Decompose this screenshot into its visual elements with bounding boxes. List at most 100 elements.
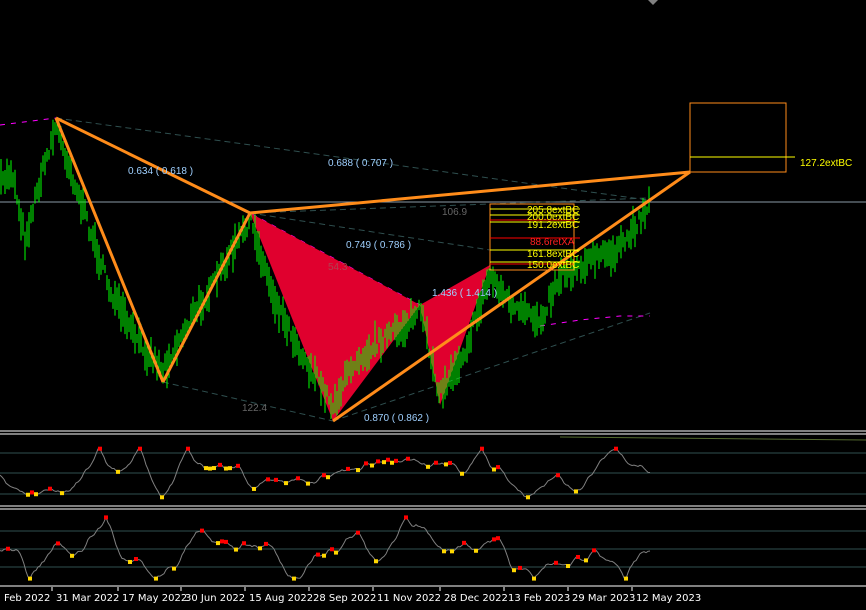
oscillator-high-marker xyxy=(30,490,34,495)
oscillator-low-marker xyxy=(234,547,238,552)
oscillator-low-marker xyxy=(70,553,74,558)
price-chart[interactable]: 0.634 ( 0.618 ) 0.688 ( 0.707 ) 0.749 ( … xyxy=(0,0,866,610)
oscillator-high-marker xyxy=(394,458,398,463)
axis-tick-label: 29 Mar 2023 xyxy=(572,593,635,604)
oscillator-low-marker xyxy=(258,546,262,551)
oscillator-low-marker xyxy=(224,466,228,471)
cd-ratio-label: 1.436 ( 1.414 ) xyxy=(432,288,497,299)
oscillator-high-marker xyxy=(496,536,500,541)
oscillator-high-marker xyxy=(296,476,300,481)
oscillator-high-marker xyxy=(242,541,246,546)
fib-label-191: 191.2extBC xyxy=(527,220,579,231)
oscillator-high-marker xyxy=(556,473,560,478)
oscillator-high-marker xyxy=(406,456,410,461)
oscillator-low-marker xyxy=(460,471,464,476)
oscillator-high-marker xyxy=(404,515,408,520)
oscillator-high-marker xyxy=(98,446,102,451)
bc-percent-label: 54.3 xyxy=(328,262,348,273)
fib-label-88: 88.6retXA xyxy=(530,237,575,248)
oscillator-low-marker xyxy=(492,467,496,472)
oscillator-high-marker xyxy=(134,557,138,562)
oscillator-high-marker xyxy=(496,465,500,470)
axis-tick-label: 17 May 2022 xyxy=(122,593,187,604)
oscillator-high-marker xyxy=(448,460,452,465)
oscillator-low-marker xyxy=(216,541,220,546)
oscillator-high-marker xyxy=(492,537,496,542)
oscillator-high-marker xyxy=(576,554,580,559)
oscillator-low-marker xyxy=(172,566,176,571)
oscillator-high-marker xyxy=(356,530,360,535)
oscillator-low-marker xyxy=(160,495,164,500)
oscillator-high-marker xyxy=(104,515,108,520)
oscillator-low-marker xyxy=(284,481,288,486)
oscillator-low-marker xyxy=(584,558,588,563)
xd-ratio-label: 0.688 ( 0.707 ) xyxy=(328,158,393,169)
bd-ratio-label: 0.749 ( 0.786 ) xyxy=(346,240,411,251)
oscillator-low-marker xyxy=(60,491,64,496)
oscillator-low-marker xyxy=(116,469,120,474)
axis-tick-label: 15 Aug 2022 xyxy=(249,593,313,604)
oscillator-low-marker xyxy=(326,475,330,480)
fib-label-150: 150.0extBC xyxy=(527,260,579,271)
oscillator-low-marker xyxy=(292,576,296,581)
oscillator-low-marker xyxy=(154,576,158,581)
oscillator-high-marker xyxy=(236,463,240,468)
oscillator-high-marker xyxy=(480,446,484,451)
oscillator-low-marker xyxy=(34,492,38,497)
oscillator-low-marker xyxy=(28,576,32,581)
axis-tick-label: 30 Jun 2022 xyxy=(185,593,245,604)
oscillator-low-marker xyxy=(532,576,536,581)
target-level-label: 127.2extBC xyxy=(800,158,852,169)
oscillator-low-marker xyxy=(228,466,232,471)
oscillator-high-marker xyxy=(376,459,380,464)
oscillator-high-marker xyxy=(346,466,350,471)
oscillator-high-marker xyxy=(138,446,142,451)
oscillator-low-marker xyxy=(390,460,394,465)
cd-percent-label: 106.9 xyxy=(442,207,467,218)
oscillator-low-marker xyxy=(624,576,628,581)
oscillator-low-marker xyxy=(204,466,208,471)
oscillator-high-marker xyxy=(266,477,270,482)
oscillator-low-marker xyxy=(512,568,516,573)
oscillator-high-marker xyxy=(322,473,326,478)
oscillator-low-marker xyxy=(212,466,216,471)
oscillator-high-marker xyxy=(218,462,222,467)
fib-label-161: 161.8extBC xyxy=(527,249,579,260)
oscillator-high-marker xyxy=(462,540,466,545)
oscillator-low-marker xyxy=(442,549,446,554)
oscillator-low-marker xyxy=(444,462,448,467)
oscillator-low-marker xyxy=(374,559,378,564)
oscillator-high-marker xyxy=(56,541,60,546)
oscillator-low-marker xyxy=(450,549,454,554)
oscillator-low-marker xyxy=(370,463,374,468)
oscillator-high-marker xyxy=(48,486,52,491)
axis-tick-label: 31 Mar 2022 xyxy=(56,593,119,604)
oscillator-high-marker xyxy=(614,446,618,451)
oscillator-low-marker xyxy=(128,559,132,564)
oscillator-high-marker xyxy=(330,547,334,552)
oscillator-low-marker xyxy=(26,492,30,497)
oscillator-high-marker xyxy=(6,546,10,551)
axis-tick-label: 28 Sep 2022 xyxy=(313,593,376,604)
oscillator-high-marker xyxy=(518,565,522,570)
oscillator-low-marker xyxy=(322,553,326,558)
oscillator-low-marker xyxy=(474,548,478,553)
axis-tick-label: 28 Dec 2022 xyxy=(444,593,508,604)
oscillator-low-marker xyxy=(306,481,310,486)
ac-ratio-label: 0.870 ( 0.862 ) xyxy=(364,413,429,424)
oscillator-low-marker xyxy=(356,468,360,473)
axis-tick-label: Feb 2022 xyxy=(4,593,50,604)
oscillator-low-marker xyxy=(426,464,430,469)
oscillator-high-marker xyxy=(364,461,368,466)
oscillator-high-marker xyxy=(264,541,268,546)
oscillator-high-marker xyxy=(274,477,278,482)
oscillator-low-marker xyxy=(566,564,570,569)
oscillator-high-marker xyxy=(224,539,228,544)
oscillator-high-marker xyxy=(220,539,224,544)
oscillator-high-marker xyxy=(592,548,596,553)
oscillator-high-marker xyxy=(386,457,390,462)
axis-tick-label: 13 Feb 2023 xyxy=(508,593,570,604)
ab-percent-label: 122.4 xyxy=(242,403,267,414)
oscillator-low-marker xyxy=(382,460,386,465)
oscillator-low-marker xyxy=(526,495,530,500)
